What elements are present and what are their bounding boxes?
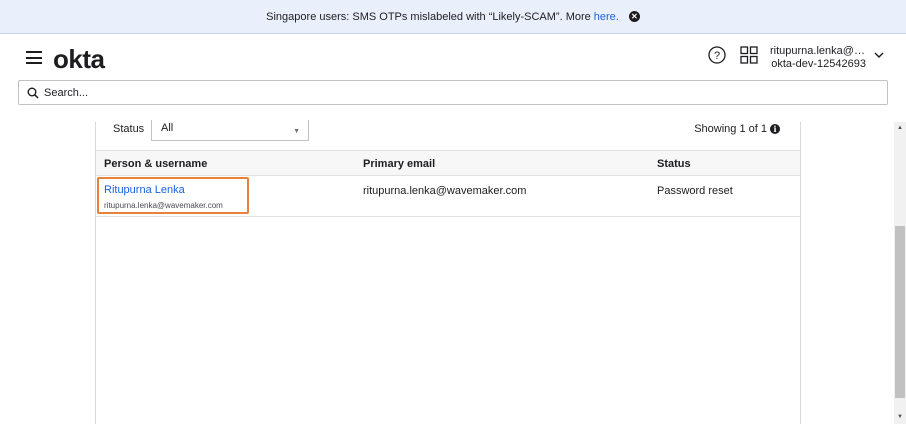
chevron-down-icon[interactable] [874, 51, 884, 59]
svg-text:?: ? [714, 50, 720, 62]
table-row[interactable]: Ritupurna Lenka ritupurna.lenka@wavemake… [96, 176, 800, 217]
column-header-status[interactable]: Status [657, 158, 691, 170]
banner-text: Singapore users: SMS OTPs mislabeled wit… [266, 10, 591, 23]
column-header-email[interactable]: Primary email [363, 158, 435, 170]
okta-logo[interactable]: okta [53, 44, 105, 75]
scroll-down-icon[interactable]: ▼ [897, 414, 903, 420]
person-username: ritupurna.lenka@wavemaker.com [104, 201, 223, 210]
status-filter-label: Status [113, 123, 145, 135]
announcement-banner: Singapore users: SMS OTPs mislabeled wit… [0, 0, 906, 34]
user-menu[interactable]: ritupurna.lenka@w... okta-dev-12542693 [770, 45, 866, 71]
primary-email: ritupurna.lenka@wavemaker.com [363, 185, 527, 197]
result-count: Showing 1 of 1 i [694, 123, 780, 135]
status-value: Password reset [657, 185, 733, 197]
close-circle-icon[interactable]: ✕ [628, 11, 640, 22]
org-name: okta-dev-12542693 [771, 58, 866, 70]
person-cell: Ritupurna Lenka ritupurna.lenka@wavemake… [104, 184, 223, 210]
status-filter-value: All [161, 122, 174, 134]
people-list-panel: Status All ▼ Showing 1 of 1 i Person & u… [95, 120, 801, 424]
info-icon[interactable]: i [770, 124, 780, 134]
result-count-text: Showing 1 of 1 [694, 123, 767, 135]
dropdown-arrow-icon: ▼ [293, 128, 300, 135]
hamburger-menu-icon[interactable] [26, 51, 42, 64]
search-bar[interactable] [18, 80, 888, 105]
person-name-link[interactable]: Ritupurna Lenka [104, 184, 223, 196]
help-circle-icon[interactable]: ? [708, 46, 726, 64]
scrollbar[interactable]: ▲ ▼ [894, 122, 906, 424]
table-header: Person & username Primary email Status [96, 150, 800, 176]
banner-link[interactable]: here. [594, 11, 619, 23]
scrollbar-thumb[interactable] [895, 226, 905, 398]
search-input[interactable] [44, 86, 864, 99]
user-email: ritupurna.lenka@w... [770, 45, 866, 57]
status-filter-select[interactable]: All ▼ [151, 120, 309, 141]
scroll-up-icon[interactable]: ▲ [897, 125, 903, 131]
column-header-person[interactable]: Person & username [104, 158, 207, 170]
app-grid-icon[interactable] [740, 46, 758, 64]
search-icon [27, 87, 39, 99]
